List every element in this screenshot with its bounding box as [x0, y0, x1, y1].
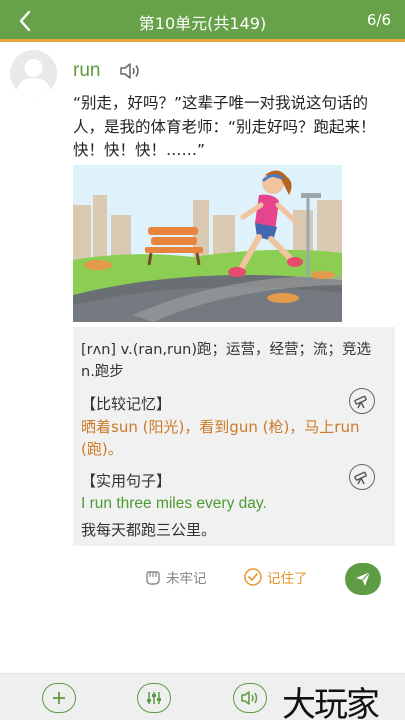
not-remembered-label: 未牢记 — [166, 571, 207, 587]
compare-memory-label: 【比较记忆】 — [81, 395, 172, 413]
card-counter: 6/6 — [366, 11, 391, 29]
speaker-icon — [120, 63, 139, 79]
sliders-icon — [147, 692, 161, 704]
telescope-icon — [354, 395, 367, 409]
add-button[interactable] — [42, 683, 76, 713]
example-sentence-en: I run three miles every day. — [81, 495, 267, 512]
top-bar: 第10单元(共149) 6/6 — [0, 0, 405, 42]
pronounce-button[interactable] — [118, 59, 144, 83]
settings-button[interactable] — [137, 683, 171, 713]
useful-sentence-label: 【实用句子】 — [81, 472, 172, 490]
check-circle-icon — [244, 568, 262, 586]
word-illustration — [73, 165, 342, 322]
definition-card: [rʌn] v.(ran,run)跑；运营，经营；流；竞选 n.跑步 【比较记忆… — [73, 327, 395, 546]
audio-button[interactable] — [233, 683, 267, 713]
plus-icon — [53, 692, 65, 704]
remembered-label: 记住了 — [267, 571, 308, 587]
phonetic-definition: [rʌn] v.(ran,run)跑；运营，经营；流；竞选 n.跑步 — [81, 342, 372, 380]
mnemonic-story: “别走，好吗？”这辈子唯一对我说这句话的人，是我的体育老师：“别走好吗？跑起来！… — [73, 94, 376, 159]
example-sentence-zh: 我每天都跑三公里。 — [81, 521, 217, 539]
compare-memory-text: 晒着sun (阳光)，看到gun (枪)，马上run (跑)。 — [81, 418, 360, 458]
speaker-icon — [241, 691, 258, 705]
telescope-icon — [354, 471, 367, 485]
remembered-button[interactable]: 记住了 — [243, 567, 308, 587]
share-button[interactable] — [345, 563, 381, 595]
fist-icon — [146, 571, 160, 585]
compare-lookup-button[interactable] — [349, 388, 375, 414]
watermark: 大玩家 — [282, 685, 380, 720]
review-actions: 未牢记 记住了 — [0, 563, 405, 595]
sentence-lookup-button[interactable] — [349, 464, 375, 490]
send-icon — [356, 571, 371, 586]
avatar — [10, 50, 57, 97]
not-remembered-button[interactable]: 未牢记 — [143, 567, 207, 587]
user-avatar-icon — [16, 59, 51, 97]
page-title: 第10单元(共149) — [138, 14, 267, 33]
vocab-word: run — [73, 60, 101, 81]
